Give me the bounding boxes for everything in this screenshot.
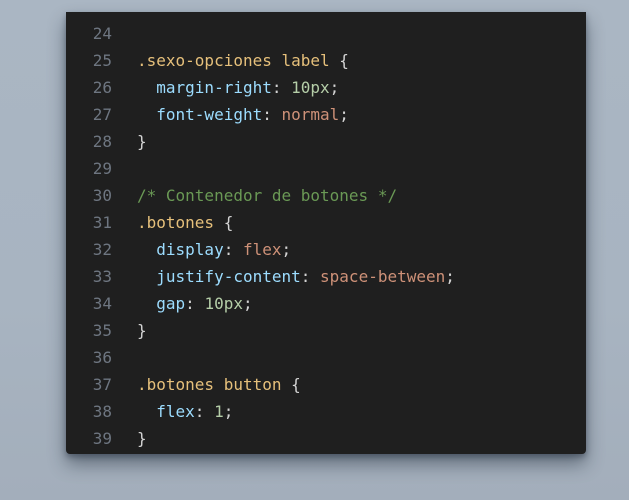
code-token-punct: { — [281, 375, 301, 394]
line-number: 28 — [92, 132, 112, 151]
code-token-indent — [137, 105, 156, 124]
code-token-indent — [137, 240, 156, 259]
code-line[interactable]: 32 display: flex; — [66, 236, 586, 263]
code-token-kw: space-between — [320, 267, 446, 286]
line-number: 37 — [92, 375, 112, 394]
code-token-colon: : — [300, 267, 321, 286]
line-number: 25 — [92, 51, 112, 70]
line-code: .botones { — [137, 209, 233, 236]
code-editor-panel[interactable]: 24 25 .sexo-opciones label {26 margin-righ… — [66, 12, 586, 454]
line-code: } — [137, 425, 147, 452]
line-code: flex: 1; — [137, 398, 233, 425]
code-token-comment: /* Contenedor de botones */ — [137, 186, 398, 205]
code-token-kw: flex — [242, 240, 282, 259]
code-line[interactable]: 35} — [66, 317, 586, 344]
code-line[interactable]: 24 — [66, 20, 586, 47]
line-code: gap: 10px; — [137, 290, 253, 317]
code-token-colon: : — [223, 240, 243, 259]
code-line[interactable]: 39} — [66, 425, 586, 452]
code-token-colon: : — [271, 78, 292, 97]
code-token-indent — [137, 402, 156, 421]
code-token-colon: : — [194, 402, 215, 421]
line-number: 34 — [92, 294, 112, 313]
code-token-num: 10px — [204, 294, 243, 313]
code-token-punct: ; — [223, 402, 234, 421]
code-token-punct: } — [137, 429, 147, 448]
line-code: } — [137, 128, 147, 155]
code-token-selector: .botones — [137, 213, 215, 232]
code-token-num: 1 — [214, 402, 224, 421]
code-line[interactable]: 31 .botones { — [66, 209, 586, 236]
code-token-indent — [137, 78, 156, 97]
code-line[interactable]: 37 .botones button { — [66, 371, 586, 398]
code-line[interactable]: 28} — [66, 128, 586, 155]
line-number: 27 — [92, 105, 112, 124]
code-token-punct: { — [329, 51, 349, 70]
line-number: 29 — [92, 159, 112, 178]
code-token-prop: display — [156, 240, 224, 259]
line-number: 38 — [92, 402, 112, 421]
line-number: 26 — [92, 78, 112, 97]
code-token-punct: ; — [242, 294, 253, 313]
code-line[interactable]: 26 margin-right: 10px; — [66, 74, 586, 101]
line-code: display: flex; — [137, 236, 291, 263]
line-number: 39 — [92, 429, 112, 448]
code-token-punct: } — [137, 132, 147, 151]
line-code: /* Contenedor de botones */ — [137, 182, 397, 209]
code-line[interactable]: 30 /* Contenedor de botones */ — [66, 182, 586, 209]
code-token-punct: ; — [281, 240, 292, 259]
code-line[interactable]: 38 flex: 1; — [66, 398, 586, 425]
line-number: 35 — [92, 321, 112, 340]
code-token-punct: } — [137, 321, 147, 340]
code-token-indent — [137, 294, 156, 313]
line-code: .sexo-opciones label { — [137, 47, 349, 74]
code-token-indent — [137, 267, 156, 286]
code-token-kw: normal — [281, 105, 340, 124]
code-token-num: 10px — [291, 78, 330, 97]
line-code: margin-right: 10px; — [137, 74, 339, 101]
code-token-punct: ; — [445, 267, 455, 286]
code-token-selector: .sexo-opciones label — [137, 51, 330, 70]
line-code: font-weight: normal; — [137, 101, 349, 128]
code-token-punct: ; — [339, 105, 349, 124]
code-line[interactable]: 33 justify-content: space-between; — [66, 263, 586, 290]
line-number: 31 — [92, 213, 112, 232]
code-line[interactable]: 25 .sexo-opciones label { — [66, 47, 586, 74]
code-line[interactable]: 36 — [66, 344, 586, 371]
code-token-punct: { — [214, 213, 234, 232]
code-token-prop: flex — [156, 402, 195, 421]
code-token-colon: : — [262, 105, 282, 124]
line-number: 32 — [92, 240, 112, 259]
line-code: } — [137, 317, 147, 344]
code-token-prop: justify-content — [156, 267, 301, 286]
code-token-colon: : — [185, 294, 205, 313]
line-number: 24 — [92, 24, 112, 43]
code-line[interactable]: 29 — [66, 155, 586, 182]
line-number: 30 — [92, 186, 112, 205]
code-token-prop: margin-right — [156, 78, 272, 97]
code-token-selector: .botones button — [137, 375, 282, 394]
code-token-prop: gap — [156, 294, 186, 313]
line-number: 33 — [92, 267, 112, 286]
code-line[interactable]: 34 gap: 10px; — [66, 290, 586, 317]
line-number: 36 — [92, 348, 112, 367]
code-token-punct: ; — [329, 78, 340, 97]
line-code: .botones button { — [137, 371, 301, 398]
code-line[interactable]: 27 font-weight: normal; — [66, 101, 586, 128]
code-token-prop: font-weight — [156, 105, 263, 124]
line-code: justify-content: space-between; — [137, 263, 455, 290]
